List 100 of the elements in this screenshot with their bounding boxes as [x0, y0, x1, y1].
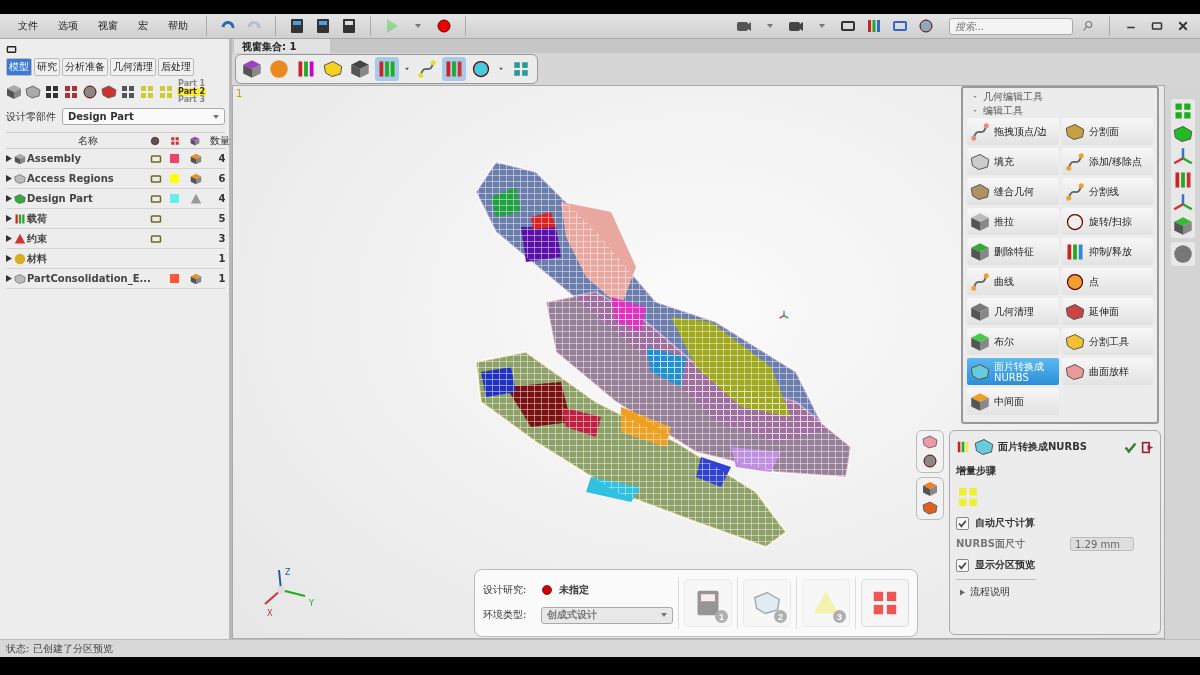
tool-button[interactable]: 缝合几何 — [967, 178, 1059, 205]
viewport-tab[interactable]: 视窗集合: 1 — [234, 39, 330, 53]
tool-button[interactable]: 曲线 — [967, 268, 1059, 295]
tree-item[interactable]: Access Regions — [27, 173, 150, 184]
visibility-toggle-icon[interactable] — [150, 152, 162, 165]
design-part-dropdown[interactable]: Design Part — [62, 108, 225, 125]
tool-button[interactable]: 旋转/扫掠 — [1061, 208, 1153, 235]
tool-button[interactable]: 几何清理 — [967, 298, 1059, 325]
axes-icon[interactable] — [1172, 193, 1193, 213]
tree-item[interactable]: 载荷 — [27, 211, 150, 226]
tab[interactable]: 后处理 — [158, 58, 194, 76]
caret-icon — [960, 588, 965, 596]
tool-button[interactable]: 中间面 — [967, 388, 1059, 415]
document-icon — [289, 18, 305, 34]
visibility-toggle-icon[interactable] — [150, 192, 162, 205]
sheet-icon[interactable] — [922, 500, 938, 516]
menu-item[interactable]: 宏 — [130, 17, 156, 35]
study-icon — [541, 583, 553, 596]
expand-arrow-icon[interactable] — [6, 275, 12, 282]
menu-item[interactable]: 文件 — [10, 17, 46, 35]
check-icon[interactable] — [1124, 440, 1137, 454]
menu-item[interactable]: 选项 — [50, 17, 86, 35]
visibility-toggle-icon[interactable] — [150, 172, 162, 185]
menu-item[interactable]: 帮助 — [160, 17, 196, 35]
count: 3 — [217, 233, 227, 244]
sphere-icon[interactable] — [1172, 244, 1193, 264]
column-header: 名称 — [77, 133, 99, 148]
color-swatch[interactable] — [170, 174, 179, 183]
visibility-toggle-icon[interactable] — [150, 232, 162, 245]
tool-button[interactable]: 分割面 — [1061, 118, 1153, 145]
expand-arrow-icon[interactable] — [6, 215, 12, 222]
color-swatch[interactable] — [170, 274, 179, 283]
view-tool-button[interactable] — [348, 57, 372, 81]
parts-icon[interactable] — [6, 84, 22, 100]
cube-icon — [190, 272, 202, 285]
count: 5 — [217, 213, 227, 224]
section-title[interactable]: 几何编辑工具 — [967, 90, 1153, 103]
count: 4 — [217, 193, 227, 204]
tree-item[interactable]: 材料 — [27, 251, 150, 266]
tool-button[interactable]: 点 — [1061, 268, 1153, 295]
count: 6 — [217, 173, 227, 184]
tool-button[interactable]: 填充 — [967, 148, 1059, 175]
tool-button[interactable]: 延伸面 — [1061, 298, 1153, 325]
probe-icon — [417, 59, 437, 79]
cube-icon — [242, 59, 262, 79]
expand-arrow-icon[interactable] — [6, 195, 12, 202]
table-icon[interactable] — [63, 84, 79, 100]
help-toggle[interactable]: 流程说明 — [956, 579, 1036, 599]
part-icon — [14, 172, 26, 185]
table-icon[interactable] — [44, 84, 60, 100]
checkbox-label: 自动尺寸计算 — [975, 516, 1035, 530]
part-icon[interactable] — [25, 84, 41, 100]
results-button[interactable] — [861, 579, 909, 627]
menu-item[interactable]: 视窗 — [90, 17, 126, 35]
tool-button[interactable]: 布尔 — [967, 328, 1059, 355]
play-icon — [384, 18, 400, 34]
grid-icon — [512, 60, 530, 78]
tool-button[interactable]: 抑制/释放 — [1061, 238, 1153, 265]
cube-icon — [970, 391, 990, 412]
search-field[interactable]: 搜索... — [949, 17, 1073, 35]
expand-arrow-icon[interactable] — [6, 255, 12, 262]
tool-button[interactable]: 推拉 — [967, 208, 1059, 235]
tab[interactable]: 模型 — [6, 58, 32, 76]
tab[interactable]: 分析准备 — [62, 58, 108, 76]
tab[interactable]: 研究 — [34, 58, 60, 76]
part-icon[interactable] — [101, 84, 117, 100]
checkbox[interactable] — [956, 558, 969, 572]
status-label: 状态: — [6, 641, 30, 656]
nodes-icon[interactable] — [1172, 147, 1193, 167]
tree-item[interactable]: 约束 — [27, 231, 150, 246]
tree-item[interactable]: PartConsolidation_E... — [27, 273, 150, 284]
tree-item[interactable]: Design Part — [27, 193, 150, 204]
tool-button[interactable]: 拖拽顶点/边 — [967, 118, 1059, 145]
tool-button[interactable]: 曲面放样 — [1061, 358, 1153, 385]
exit-icon[interactable] — [1141, 440, 1154, 454]
view-tool-button[interactable] — [240, 57, 264, 81]
sheet-icon[interactable] — [922, 434, 938, 450]
section-title[interactable]: 编辑工具 — [967, 104, 1153, 117]
cube-icon[interactable] — [1172, 216, 1193, 236]
expand-arrow-icon[interactable] — [6, 155, 12, 162]
tab[interactable]: 几何清理 — [110, 58, 156, 76]
visibility-toggle-icon[interactable] — [150, 212, 162, 225]
cube-icon[interactable] — [922, 481, 938, 497]
expand-arrow-icon[interactable] — [6, 175, 12, 182]
part-selector[interactable]: Part 1 Part 2 Part 3 — [177, 80, 207, 104]
tool-button[interactable]: 分割工具 — [1061, 328, 1153, 355]
tool-button[interactable]: 分割线 — [1061, 178, 1153, 205]
color-swatch[interactable] — [170, 154, 179, 163]
axis-label: X — [267, 609, 273, 618]
tool-button[interactable]: 添加/移除点 — [1061, 148, 1153, 175]
color-swatch[interactable] — [170, 194, 179, 203]
checkbox-label: 显示分区预览 — [975, 558, 1035, 572]
checkbox[interactable] — [956, 516, 969, 530]
tool-button[interactable]: 删除特征 — [967, 238, 1059, 265]
field-label: 环境类型: — [483, 608, 528, 622]
table-icon[interactable] — [120, 84, 136, 100]
tree-item[interactable]: Assembly — [27, 153, 150, 164]
sheet-icon — [974, 437, 994, 457]
expand-arrow-icon[interactable] — [6, 235, 12, 242]
environment-dropdown[interactable]: 创成式设计 — [541, 606, 673, 624]
